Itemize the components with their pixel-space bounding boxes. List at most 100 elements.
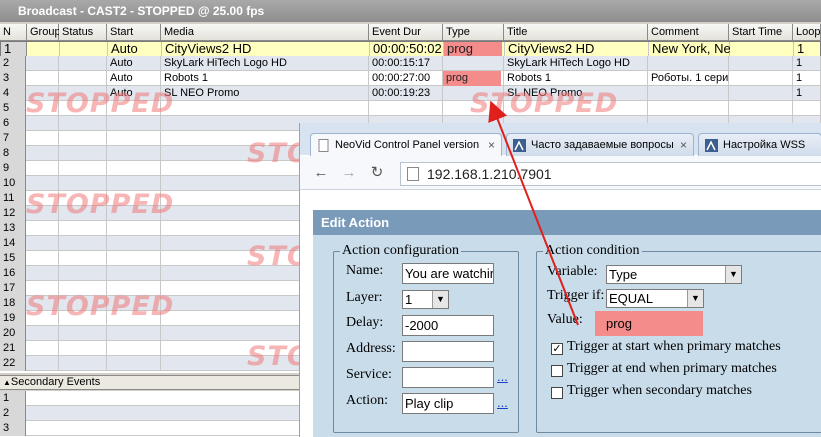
table-row[interactable]: 5 — [0, 101, 821, 116]
name-label: Name: — [346, 263, 384, 278]
table-cell-dur: 00:00:50:02 — [373, 42, 442, 56]
action-browse-link[interactable]: ... — [497, 395, 508, 410]
trigger-if-value: EQUAL — [609, 291, 654, 306]
variable-select[interactable]: Type ▼ — [606, 265, 742, 284]
table-cell-title: Robots 1 — [507, 72, 552, 84]
table-row[interactable]: 1 — [0, 391, 300, 406]
column-header[interactable]: Comment — [648, 24, 729, 41]
row-number: 12 — [0, 206, 26, 221]
column-header[interactable]: Group — [27, 24, 61, 41]
column-header[interactable]: Start — [107, 24, 161, 41]
row-number: 19 — [0, 311, 26, 326]
table-cell-title: CityViews2 HD — [508, 42, 595, 56]
table-cell-title: SkyLark HiTech Logo HD — [507, 57, 630, 69]
row-number: 5 — [0, 101, 26, 116]
trigger-if-select[interactable]: EQUAL ▼ — [606, 289, 704, 308]
name-field[interactable]: You are watchir — [402, 263, 494, 284]
address-text: 192.168.1.210:7901 — [427, 166, 552, 182]
table-cell-loops: 1 — [796, 87, 803, 99]
row-number: 11 — [0, 191, 26, 206]
table-cell-media: CityViews2 HD — [165, 42, 252, 56]
chevron-down-icon[interactable]: ▼ — [725, 266, 741, 283]
table-cell-start: Auto — [110, 57, 133, 69]
action-label: Action: — [346, 393, 388, 408]
table-cell-comment: New York, New Y — [652, 42, 730, 56]
row-number: 2 — [0, 406, 26, 421]
delay-field[interactable]: -2000 — [402, 315, 494, 336]
row-number: 2 — [0, 56, 26, 71]
forward-arrow-icon[interactable]: → — [340, 164, 358, 182]
row-number: 1 — [1, 42, 27, 57]
row-number: 7 — [0, 131, 26, 146]
secondary-events-grid[interactable]: 123 — [0, 391, 300, 437]
browser-window: NeoVid Control Panel version × Часто зад… — [299, 123, 821, 437]
collapse-up-icon[interactable]: ▲ — [3, 378, 11, 387]
back-arrow-icon[interactable]: ← — [312, 164, 330, 182]
document-favicon-icon — [318, 139, 329, 152]
service-label: Service: — [346, 367, 392, 382]
column-header[interactable]: Title — [504, 24, 648, 41]
table-cell-start: Auto — [111, 42, 138, 56]
row-number: 6 — [0, 116, 26, 131]
reload-icon[interactable]: ↻ — [368, 164, 386, 182]
layer-select[interactable]: 1 ▼ — [402, 290, 449, 309]
address-field[interactable] — [402, 341, 494, 362]
row-number: 9 — [0, 161, 26, 176]
row-number: 18 — [0, 296, 26, 311]
table-cell-dur: 00:00:19:23 — [372, 87, 431, 99]
trigger-secondary-checkbox[interactable] — [551, 387, 563, 399]
column-header[interactable]: Loops — [793, 24, 821, 41]
column-header[interactable]: N — [0, 24, 27, 41]
address-bar[interactable]: 192.168.1.210:7901 — [400, 162, 821, 186]
service-browse-link[interactable]: ... — [497, 369, 508, 384]
column-header[interactable]: Media — [161, 24, 369, 41]
table-cell-type: prog — [444, 42, 502, 57]
action-condition-legend: Action condition — [545, 243, 640, 258]
column-header[interactable]: Event Dur — [369, 24, 443, 41]
tab-faq[interactable]: Часто задаваемые вопросы × — [506, 133, 694, 157]
chevron-down-icon[interactable]: ▼ — [687, 290, 703, 307]
variable-label: Variable: — [547, 264, 598, 279]
chevron-down-icon[interactable]: ▼ — [432, 291, 448, 308]
table-cell-comment: Роботы. 1 сери: — [651, 72, 729, 84]
trigger-end-checkbox[interactable] — [551, 365, 563, 377]
row-number: 15 — [0, 251, 26, 266]
table-cell-media: SkyLark HiTech Logo HD — [164, 57, 287, 69]
row-number: 22 — [0, 356, 26, 371]
value-field[interactable]: prog — [595, 311, 703, 336]
tab-wss-settings[interactable]: Настройка WSS — [698, 133, 821, 157]
edit-action-dialog: Action configuration Name: You are watch… — [313, 235, 821, 437]
table-row[interactable]: 3 — [0, 421, 300, 436]
table-row[interactable]: 2 Auto SkyLark HiTech Logo HD 00:00:15:17 Sk… — [0, 56, 821, 71]
site-favicon-icon — [705, 139, 718, 152]
table-cell-start: Auto — [110, 72, 133, 84]
row-number: 16 — [0, 266, 26, 281]
row-number: 17 — [0, 281, 26, 296]
tab-label: NeoVid Control Panel version — [335, 139, 480, 151]
delay-label: Delay: — [346, 315, 384, 330]
tab-bar: NeoVid Control Panel version × Часто зад… — [300, 123, 821, 157]
column-header[interactable]: Status — [59, 24, 107, 41]
tab-label: Часто задаваемые вопросы — [531, 139, 674, 151]
tab-neovid-control-panel[interactable]: NeoVid Control Panel version × — [310, 133, 502, 157]
close-tab-icon[interactable]: × — [680, 134, 687, 156]
close-tab-icon[interactable]: × — [488, 134, 495, 156]
action-field[interactable]: Play clip — [402, 393, 494, 414]
trigger-start-label: Trigger at start when primary matches — [567, 339, 781, 354]
table-row[interactable]: 3 Auto Robots 1 00:00:27:00 prog Robots 1 Робо… — [0, 71, 821, 86]
column-header[interactable]: Type — [443, 24, 504, 41]
row-number: 14 — [0, 236, 26, 251]
table-row[interactable]: 4 Auto SL NEO Promo 00:00:19:23 SL NEO Promo… — [0, 86, 821, 101]
tab-label: Настройка WSS — [723, 139, 806, 151]
table-cell-dur: 00:00:15:17 — [372, 57, 431, 69]
secondary-events-header[interactable]: ▲Secondary Events — [0, 375, 300, 390]
service-field[interactable] — [402, 367, 494, 388]
table-cell-start: Auto — [110, 87, 133, 99]
trigger-start-checkbox[interactable]: ✓ — [551, 343, 563, 355]
table-row[interactable]: 2 — [0, 406, 300, 421]
address-label: Address: — [346, 341, 396, 356]
trigger-if-label: Trigger if: — [547, 288, 605, 303]
column-header[interactable]: Start Time — [729, 24, 793, 41]
column-header-row: N Group Status Start Media Event Dur Type Title… — [0, 24, 821, 41]
value-label: Value: — [547, 312, 583, 327]
